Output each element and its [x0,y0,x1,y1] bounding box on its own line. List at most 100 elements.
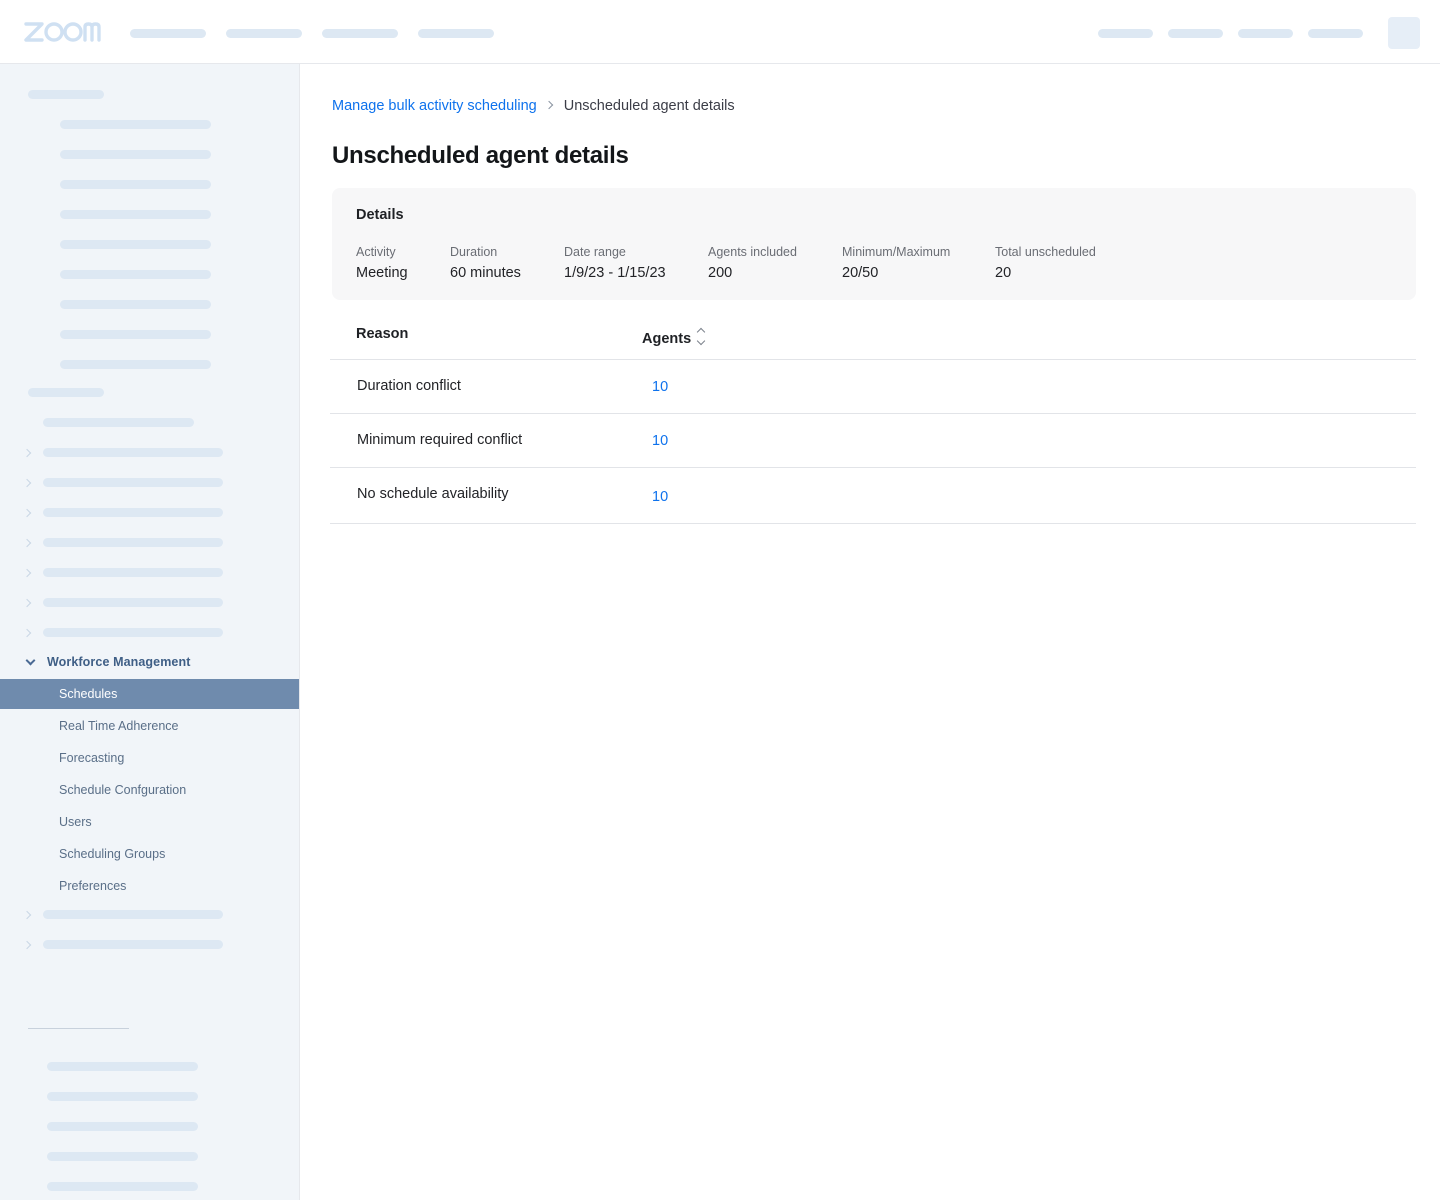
reason-cell: No schedule availability [357,486,509,502]
chevron-down-icon [25,655,36,666]
detail-label: Date range [564,245,626,259]
sidebar-item-preferences[interactable]: Preferences [0,871,299,901]
nav-link-placeholder[interactable] [322,29,398,38]
agents-count-link[interactable]: 10 [652,489,668,505]
sidebar-item-placeholder[interactable] [60,120,211,129]
detail-value: 60 minutes [450,265,521,281]
detail-label: Duration [450,245,498,259]
right-nav-placeholder[interactable] [1238,29,1293,38]
detail-total-unscheduled: Total unscheduled 20 [995,245,1096,281]
sidebar-group-placeholder[interactable] [43,508,223,517]
sidebar-item-placeholder[interactable] [60,270,211,279]
sidebar-group-placeholder[interactable] [43,538,223,547]
sidebar-item-real-time-adherence[interactable]: Real Time Adherence [0,711,299,741]
breadcrumb-parent-link[interactable]: Manage bulk activity scheduling [332,98,537,114]
reason-cell: Minimum required conflict [357,432,523,448]
chevron-right-icon [22,568,32,578]
sidebar: Workforce Management Schedules Real Time… [0,64,300,1200]
nav-link-placeholder[interactable] [418,29,494,38]
sidebar-item-placeholder[interactable] [60,300,211,309]
column-header-reason: Reason [356,326,409,342]
details-heading: Details [356,207,404,223]
chevron-right-icon [22,910,32,920]
sidebar-section-placeholder [28,388,104,397]
detail-label: Activity [356,245,396,259]
reason-cell: Duration conflict [357,378,461,394]
sidebar-item-label: Schedules [59,687,118,701]
sidebar-item-label: Preferences [59,879,127,893]
detail-value: 1/9/23 - 1/15/23 [564,265,666,281]
sidebar-footer-placeholder[interactable] [47,1062,198,1071]
chevron-right-icon [22,508,32,518]
nav-link-placeholder[interactable] [226,29,302,38]
table-row: Duration conflict 10 [330,360,1416,414]
sidebar-item-placeholder[interactable] [60,180,211,189]
detail-label: Agents included [708,245,797,259]
sidebar-group-workforce-management[interactable]: Workforce Management [0,652,299,674]
sidebar-divider [28,1028,129,1029]
sidebar-item-label: Real Time Adherence [59,719,179,733]
right-nav-placeholder[interactable] [1168,29,1223,38]
breadcrumb-current: Unscheduled agent details [563,98,735,114]
sidebar-group-placeholder[interactable] [43,478,223,487]
sidebar-item-label: Scheduling Groups [59,847,166,861]
page-title: Unscheduled agent details [332,142,629,169]
detail-agents-included: Agents included 200 [708,245,797,281]
chevron-right-icon [544,100,553,110]
detail-value: 20/50 [842,265,879,281]
sidebar-item-placeholder[interactable] [60,330,211,339]
sidebar-group-placeholder[interactable] [43,910,223,919]
sidebar-item-label: Schedule Confguration [59,783,187,797]
sidebar-group-placeholder[interactable] [43,568,223,577]
main-content: Manage bulk activity scheduling Unschedul… [300,64,1440,1200]
agents-count-link[interactable]: 10 [652,433,668,449]
chevron-right-icon [22,628,32,638]
detail-value: 20 [995,265,1012,281]
sidebar-item-forecasting[interactable]: Forecasting [0,743,299,773]
chevron-right-icon [22,478,32,488]
detail-duration: Duration 60 minutes [450,245,521,281]
sidebar-footer-placeholder[interactable] [47,1122,198,1131]
detail-label: Total unscheduled [995,245,1096,259]
sidebar-item-placeholder[interactable] [60,150,211,159]
sidebar-item-label: Users [59,815,92,829]
detail-value: Meeting [356,265,408,281]
sidebar-footer-placeholder[interactable] [47,1182,198,1191]
sidebar-footer-placeholder[interactable] [47,1092,198,1101]
user-avatar[interactable] [1388,17,1420,49]
table-row: No schedule availability 10 [330,468,1416,524]
sidebar-item-users[interactable]: Users [0,807,299,837]
chevron-right-icon [22,598,32,608]
column-header-agents[interactable]: Agents [642,331,691,347]
sidebar-item-schedule-configuration[interactable]: Schedule Confguration [0,775,299,805]
sidebar-section-placeholder [28,90,104,99]
detail-activity: Activity Meeting [356,245,408,281]
sidebar-item-placeholder[interactable] [60,210,211,219]
breadcrumb: Manage bulk activity scheduling Unschedul… [332,98,735,116]
sidebar-item-scheduling-groups[interactable]: Scheduling Groups [0,839,299,869]
sidebar-footer-placeholder[interactable] [47,1152,198,1161]
sidebar-group-placeholder[interactable] [43,598,223,607]
detail-label: Minimum/Maximum [842,245,951,259]
sidebar-item-placeholder[interactable] [60,240,211,249]
chevron-right-icon [22,538,32,548]
zoom-logo[interactable] [24,18,116,46]
sidebar-item-placeholder[interactable] [60,360,211,369]
sidebar-group-placeholder[interactable] [43,940,223,949]
sidebar-item-schedules[interactable]: Schedules [0,679,299,709]
detail-value: 200 [708,265,733,281]
right-nav-placeholder[interactable] [1098,29,1153,38]
details-card: Details Activity Meeting Duration 60 min… [332,188,1416,300]
chevron-right-icon [22,448,32,458]
detail-date-range: Date range 1/9/23 - 1/15/23 [564,245,666,281]
sort-icon[interactable] [696,326,708,348]
sidebar-item-placeholder[interactable] [43,418,194,427]
agents-count-link[interactable]: 10 [652,379,668,395]
right-nav-placeholder[interactable] [1308,29,1363,38]
chevron-right-icon [22,940,32,950]
sort-descending-icon [696,336,706,346]
sidebar-group-placeholder[interactable] [43,628,223,637]
sidebar-group-placeholder[interactable] [43,448,223,457]
nav-link-placeholder[interactable] [130,29,206,38]
sidebar-group-label: Workforce Management [47,655,191,669]
